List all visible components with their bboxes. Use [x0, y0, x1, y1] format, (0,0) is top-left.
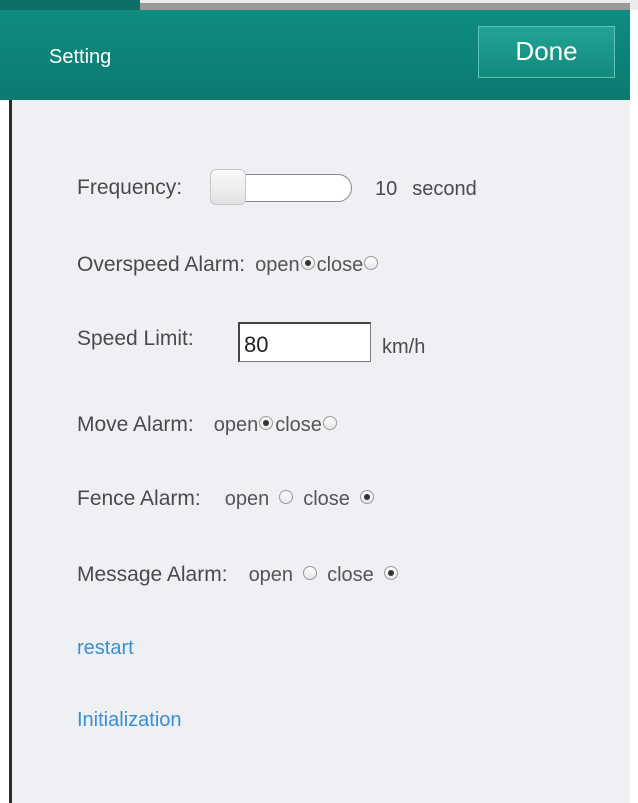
message-close-radio[interactable] — [383, 566, 398, 580]
move-close-radio[interactable] — [322, 416, 337, 430]
frequency-label: Frequency: — [77, 176, 183, 199]
overspeed-close-label: close — [316, 253, 364, 276]
tab-bar — [140, 3, 630, 10]
overspeed-close-radio[interactable] — [364, 256, 379, 270]
page-title: Setting — [49, 46, 112, 68]
settings-window: Setting Done Frequency: 10 second Oversp… — [0, 0, 638, 803]
overspeed-alarm-row: Overspeed Alarm: open close — [77, 253, 380, 277]
top-tab-strip — [0, 0, 638, 10]
message-alarm-label: Message Alarm: — [77, 563, 228, 586]
message-open-radio[interactable] — [303, 566, 318, 580]
move-open-label: open — [213, 413, 259, 436]
settings-header: Setting Done — [0, 10, 630, 100]
message-close-label: close — [327, 563, 374, 586]
frequency-readout: 10 second — [375, 178, 477, 201]
fence-open-label: open — [224, 487, 270, 510]
active-tab-indicator — [0, 0, 140, 10]
speed-limit-unit-wrap: km/h — [382, 336, 425, 359]
move-alarm-row: Move Alarm: open close — [77, 413, 339, 437]
overspeed-alarm-label: Overspeed Alarm: — [77, 253, 246, 276]
frequency-unit: second — [412, 178, 477, 200]
right-edge — [630, 10, 638, 803]
fence-alarm-row: Fence Alarm: open close — [77, 487, 374, 511]
message-open-label: open — [248, 563, 294, 586]
fence-close-radio[interactable] — [359, 490, 374, 504]
move-close-label: close — [275, 413, 322, 436]
settings-content — [12, 100, 630, 803]
speed-limit-unit: km/h — [382, 336, 426, 358]
frequency-value: 10 — [375, 178, 398, 200]
done-button[interactable]: Done — [478, 26, 615, 78]
fence-close-label: close — [303, 487, 350, 510]
left-border — [0, 100, 12, 803]
move-alarm-label: Move Alarm: — [77, 413, 194, 436]
speed-limit-label: Speed Limit: — [77, 327, 194, 350]
frequency-slider-handle[interactable] — [210, 169, 246, 205]
initialization-link[interactable]: Initialization — [77, 709, 182, 732]
move-open-radio[interactable] — [259, 416, 274, 430]
overspeed-open-label: open — [255, 253, 300, 276]
fence-alarm-label: Fence Alarm: — [77, 487, 201, 510]
speed-limit-row: Speed Limit: — [77, 327, 194, 351]
restart-link[interactable]: restart — [77, 637, 134, 660]
message-alarm-row: Message Alarm: open close — [77, 563, 398, 587]
overspeed-open-radio[interactable] — [300, 256, 315, 270]
frequency-row: Frequency: — [77, 176, 182, 200]
speed-limit-input[interactable] — [238, 322, 371, 362]
fence-open-radio[interactable] — [279, 490, 294, 504]
